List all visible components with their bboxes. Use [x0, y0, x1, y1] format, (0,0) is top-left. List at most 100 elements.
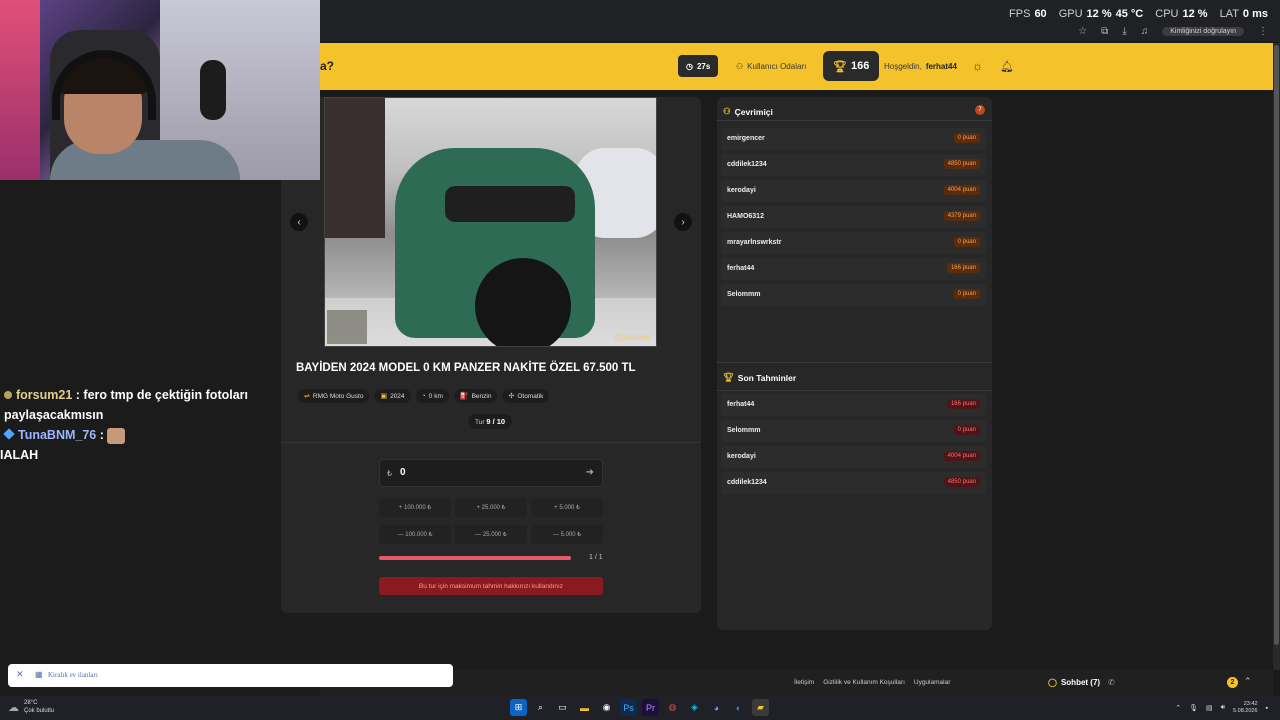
notification-icon[interactable]: ▪ — [1266, 705, 1268, 712]
online-player-row: kerodayi 4004 puan — [721, 180, 986, 202]
tag-brand: ⇌ RMG Moto Gusto — [298, 389, 370, 403]
online-player-name: HAMO6312 — [727, 213, 764, 220]
online-player-row: mrayarlnswrkstr 0 puan — [721, 232, 986, 254]
chrome-icon[interactable]: ◍ — [664, 699, 681, 716]
add-100000-button[interactable]: + 100.000 ₺ — [379, 498, 451, 517]
online-player-points: 0 puan — [953, 237, 980, 247]
round-indicator: Tur 9 / 10 — [468, 414, 513, 429]
dealer-logo — [327, 310, 367, 344]
subtract-100000-button[interactable]: — 100.000 ₺ — [379, 525, 451, 544]
chat-message: IALAH — [0, 448, 39, 462]
guess-input[interactable]: ₺ 0 ➜ — [379, 459, 603, 487]
tag-fuel: ⛽ Benzin — [453, 389, 498, 403]
notifications-bell-icon[interactable]: 🔔︎ — [1000, 55, 1014, 77]
file-explorer-icon[interactable]: ▬ — [576, 699, 593, 716]
footer-link-privacy[interactable]: Gizlilik ve Kullanım Koşulları — [823, 679, 905, 686]
recent-guess-name: ferhat44 — [727, 401, 755, 408]
active-app-icon[interactable]: ▰ — [752, 699, 769, 716]
online-player-points: 166 puan — [946, 263, 980, 273]
trophy-icon: 🏆︎ — [723, 372, 734, 382]
chat-badge-icon — [3, 428, 15, 440]
task-view-icon[interactable]: ▭ — [554, 699, 571, 716]
users-icon: ⚇ — [723, 106, 731, 116]
recent-guess-row: Selommm 0 puan — [721, 420, 986, 442]
users-icon: ⚇ — [736, 61, 744, 71]
site-brand[interactable]: a? — [320, 59, 334, 73]
steam-icon[interactable]: ◐ — [730, 699, 747, 716]
recent-guess-points: 0 puan — [953, 425, 980, 435]
photoshop-icon[interactable]: Ps — [620, 699, 637, 716]
extensions-icon[interactable]: ⧉ — [1101, 26, 1108, 37]
add-25000-button[interactable]: + 25.000 ₺ — [455, 498, 527, 517]
download-icon[interactable]: ⤓ — [1122, 26, 1126, 37]
online-player-name: Selommm — [727, 291, 761, 298]
search-suggestion-bar[interactable]: ✕ ▦ Kiralık ev ilanları — [8, 664, 453, 687]
page-footer: İletişim Gizlilik ve Kullanım Koşulları … — [320, 670, 1273, 696]
fuel-icon: ⛽ — [459, 393, 469, 400]
online-count-badge: 7 — [975, 105, 985, 115]
recent-guess-row: cddilek1234 4850 puan — [721, 472, 986, 494]
tag-year: ▣ 2024 — [374, 389, 411, 403]
recent-guesses-heading: 🏆︎ Son Tahminler — [723, 372, 797, 383]
online-player-row: Selommm 0 puan — [721, 284, 986, 306]
page-scrollbar[interactable] — [1273, 43, 1280, 670]
webcam-overlay — [0, 0, 320, 180]
next-photo-button[interactable]: › — [674, 213, 692, 231]
add-5000-button[interactable]: + 5.000 ₺ — [531, 498, 603, 517]
premiere-icon[interactable]: Pr — [642, 699, 659, 716]
close-icon[interactable]: ✕ — [16, 669, 24, 680]
user-rooms-link[interactable]: ⚇ Kullanıcı Odaları — [736, 55, 806, 77]
chevron-up-icon[interactable]: ⌃ — [1244, 676, 1252, 687]
gauge-icon: ◔ — [421, 392, 426, 400]
obs-icon[interactable]: ◉ — [598, 699, 615, 716]
motorcycle-icon: ⇌ — [304, 393, 310, 400]
online-player-name: mrayarlnswrkstr — [727, 239, 782, 246]
grid-icon: ▦ — [35, 670, 43, 679]
recent-guess-name: kerodayi — [727, 453, 756, 460]
footer-link-contact[interactable]: İletişim — [794, 679, 814, 686]
chevron-right-icon: › — [681, 216, 685, 228]
mic-icon[interactable]: 🎙︎ — [1189, 704, 1198, 712]
gearbox-icon: ✣ — [508, 393, 515, 400]
online-player-name: emirgencer — [727, 135, 765, 142]
weather-widget[interactable]: ☁ 28°C Çok bulutlu — [8, 699, 54, 715]
stream-chat: forsum21 : fero tmp de çektiğin fotoları… — [0, 385, 280, 465]
theme-toggle-sun-icon[interactable]: ☼ — [972, 55, 983, 77]
recent-guess-points: 4004 puan — [943, 451, 980, 461]
side-panel: ⚇ Çevrimiçi 7 emirgencer 0 puan cddilek12… — [717, 97, 992, 630]
volume-icon[interactable]: 🔊︎ — [1221, 704, 1225, 712]
tag-transmission: ✣ Otomatik — [502, 389, 550, 403]
chat-button[interactable]: ◯ Sohbet (7) — [1048, 678, 1100, 687]
previous-photo-button[interactable]: ‹ — [290, 213, 308, 231]
search-suggestion-text[interactable]: Kiralık ev ilanları — [48, 671, 98, 679]
online-player-points: 4379 puan — [943, 211, 980, 221]
browser-menu-icon[interactable]: ⋮ — [1258, 26, 1268, 37]
subtract-5000-button[interactable]: — 5.000 ₺ — [531, 525, 603, 544]
round-timer: ◷ 27s — [678, 55, 719, 77]
signin-button[interactable]: Kimliğinizi doğrulayın — [1162, 27, 1244, 36]
search-icon[interactable]: ⌕ — [532, 699, 549, 716]
start-menu-icon[interactable]: ⊞ — [510, 699, 527, 716]
vpn-icon[interactable]: ◈ — [686, 699, 703, 716]
phone-icon[interactable]: ✆ — [1108, 678, 1115, 687]
online-player-row: ferhat44 166 puan — [721, 258, 986, 280]
chat-message: TunaBNM_76 : — [0, 425, 280, 445]
media-icon[interactable]: ♫ — [1141, 26, 1149, 37]
footer-link-apps[interactable]: Uygulamalar — [914, 679, 951, 686]
system-clock[interactable]: 23:42 5.08.2026 — [1233, 701, 1257, 715]
guess-value[interactable]: 0 — [400, 467, 406, 478]
calendar-icon: ▣ — [380, 393, 388, 400]
discord-icon[interactable]: ◕ — [708, 699, 725, 716]
browser-toolbar: FPS 60 GPU 12 % 45 °C CPU 12 % LAT 0 ms ☆ ⧉ ⤓… — [320, 0, 1280, 42]
score-badge[interactable]: 🏆︎ 166 — [823, 51, 880, 81]
notification-count[interactable]: 2 — [1227, 677, 1238, 688]
tag-mileage: ◔ 0 km — [415, 389, 449, 403]
submit-arrow-icon[interactable]: ➜ — [586, 467, 594, 478]
chevron-left-icon: ‹ — [297, 216, 301, 228]
network-icon[interactable]: ▤ — [1206, 704, 1213, 712]
bookmark-star-icon[interactable]: ☆ — [1078, 26, 1087, 37]
tray-chevron-icon[interactable]: ⌃ — [1175, 704, 1181, 712]
recent-guess-points: 4850 puan — [943, 477, 980, 487]
subtract-25000-button[interactable]: — 25.000 ₺ — [455, 525, 527, 544]
site-header: a? ◷ 27s ⚇ Kullanıcı Odaları 🏆︎ 166 Hoşgeld… — [320, 43, 1273, 90]
